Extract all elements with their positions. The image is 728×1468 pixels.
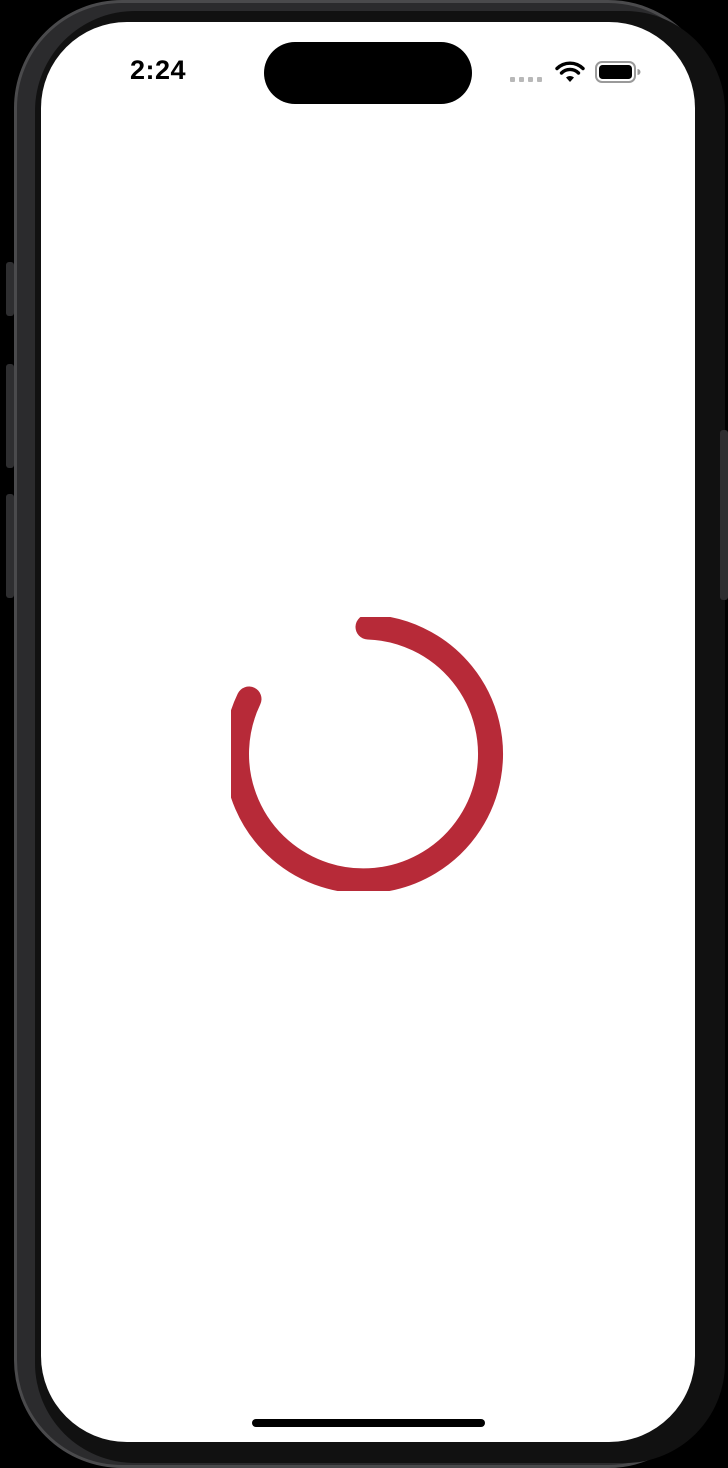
cellular-signal-icon [510,77,542,82]
dynamic-island [264,42,472,104]
wifi-icon [555,61,585,82]
status-bar-time: 2:24 [130,55,187,85]
power-button [720,430,728,600]
loading-spinner-icon [231,617,504,891]
battery-icon [595,61,641,83]
home-indicator[interactable] [252,1419,485,1427]
action-button [6,262,14,316]
volume-down-button [6,494,14,598]
volume-up-button [6,364,14,468]
app-screen: 2:24 [41,22,695,1442]
